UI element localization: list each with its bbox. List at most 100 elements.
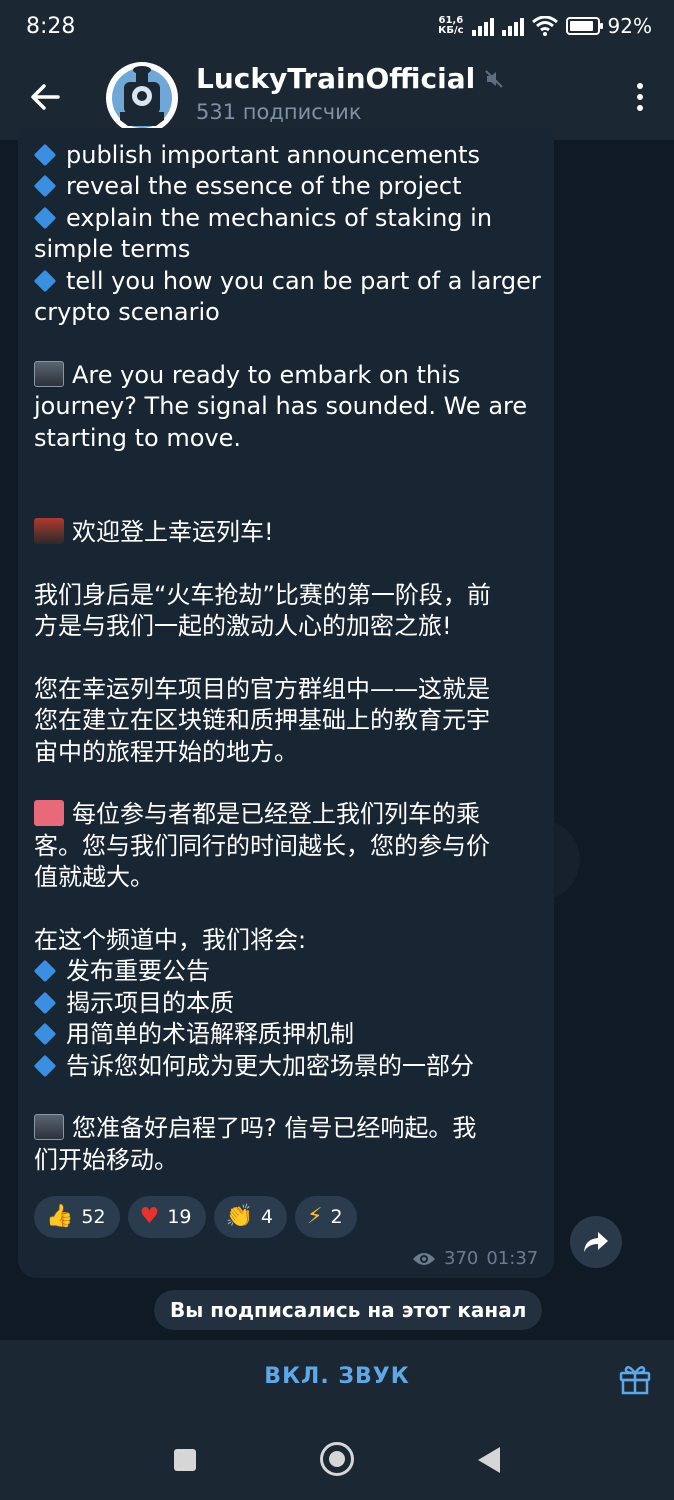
- status-time: 8:28: [26, 14, 76, 39]
- message-line-text: 客。您与我们同行的时间越长，您的参与价: [34, 831, 490, 860]
- message-line-text: starting to move.: [34, 423, 242, 452]
- message-line-text: reveal the essence of the project: [66, 172, 462, 201]
- blue-diamond-icon: [34, 960, 56, 982]
- battery-percent: 92%: [607, 14, 652, 38]
- message-line: journey? The signal has sounded. We are: [34, 391, 544, 422]
- message-line: [34, 485, 544, 516]
- message-line-text: 宙中的旅程开始的地方。: [34, 737, 298, 766]
- share-arrow-icon: [584, 1232, 608, 1252]
- message-line: 您在幸运列车项目的官方群组中——这就是: [34, 674, 544, 705]
- status-icons: 61,6 КБ/с 92%: [438, 14, 652, 38]
- message-line: 在这个频道中，我们将会:: [34, 925, 544, 956]
- reaction-thumbs-up[interactable]: 👍 52: [34, 1196, 120, 1238]
- heart-icon: ♥: [139, 1204, 160, 1229]
- blue-diamond-icon: [34, 270, 56, 292]
- share-button[interactable]: [570, 1216, 622, 1268]
- ticket-icon: [34, 800, 64, 827]
- message-line-text: 揭示项目的本质: [66, 988, 234, 1017]
- recent-apps-button[interactable]: [174, 1449, 196, 1471]
- message-line-text: tell you how you can be part of a larger: [66, 266, 541, 295]
- bottom-bar: ВКЛ. ЗВУК: [0, 1340, 674, 1422]
- railway-car-icon: [34, 360, 64, 387]
- service-message: Вы подписались на этот канал: [154, 1290, 543, 1330]
- message-line: 您在建立在区块链和质押基础上的教育元宇: [34, 705, 544, 736]
- back-arrow-icon[interactable]: [28, 80, 62, 114]
- status-bar: 8:28 61,6 КБ/с 92%: [0, 0, 674, 56]
- channel-avatar[interactable]: [106, 62, 178, 134]
- message-line: Are you ready to embark on this: [34, 360, 544, 391]
- message-line: [34, 454, 544, 485]
- blue-diamond-icon: [34, 144, 56, 166]
- message-time: 01:37: [486, 1248, 539, 1269]
- reaction-count: 2: [330, 1206, 343, 1228]
- message-line-text: 每位参与者都是已经登上我们列车的乘: [72, 800, 480, 829]
- message-line: simple terms: [34, 234, 544, 265]
- signal-icon-2: [501, 16, 524, 36]
- message-line: 欢迎登上幸运列车!: [34, 517, 544, 548]
- wifi-icon: [531, 16, 558, 36]
- message-line-text: 值就越大。: [34, 863, 154, 892]
- message-line: 揭示项目的本质: [34, 988, 544, 1019]
- message-line: [34, 642, 544, 673]
- more-options-icon[interactable]: [636, 82, 644, 112]
- message-line-text: crypto scenario: [34, 298, 220, 327]
- message-line-text: simple terms: [34, 235, 191, 264]
- message-line-text: Are you ready to embark on this: [72, 360, 461, 389]
- message-line: 您准备好启程了吗? 信号已经响起。我: [34, 1113, 544, 1144]
- message-line-text: 用简单的术语解释质押机制: [66, 1020, 354, 1049]
- message-line: publish important announcements: [34, 140, 544, 171]
- thumbs-up-icon: 👍: [46, 1204, 74, 1229]
- view-count: 370: [444, 1248, 479, 1269]
- blue-diamond-icon: [34, 992, 56, 1014]
- signal-icon: [471, 16, 494, 36]
- message-line: [34, 894, 544, 925]
- reaction-heart[interactable]: ♥ 19: [127, 1196, 206, 1238]
- message-line: explain the mechanics of staking in: [34, 203, 544, 234]
- message-line: 值就越大。: [34, 862, 544, 893]
- message-line-text: 欢迎登上幸运列车!: [72, 517, 274, 546]
- message-line: [34, 768, 544, 799]
- views-eye-icon: [413, 1252, 435, 1265]
- blue-diamond-icon: [34, 175, 56, 197]
- message-line-text: journey? The signal has sounded. We are: [34, 392, 528, 421]
- message-line-text: 在这个频道中，我们将会:: [34, 926, 307, 955]
- system-back-button[interactable]: [478, 1447, 500, 1473]
- gift-icon[interactable]: [618, 1362, 652, 1396]
- network-speed-unit: КБ/с: [438, 25, 464, 36]
- battery-icon: [565, 17, 603, 35]
- locomotive-icon: [34, 517, 64, 544]
- reaction-count: 19: [167, 1206, 192, 1228]
- message-line: [34, 328, 544, 359]
- clap-icon: 👏: [225, 1204, 253, 1229]
- reaction-clap[interactable]: 👏 4: [213, 1196, 288, 1238]
- lightning-icon: ⚡: [307, 1204, 323, 1229]
- message-line-text: 我们身后是“火车抢劫”比赛的第一阶段，前: [34, 580, 491, 609]
- message-line-text: 您在建立在区块链和质押基础上的教育元宇: [34, 706, 490, 735]
- message-line-text: 您在幸运列车项目的官方群组中——这就是: [34, 674, 490, 703]
- reaction-count: 52: [81, 1206, 106, 1228]
- railway-car-icon: [34, 1114, 64, 1141]
- message-line-text: publish important announcements: [66, 141, 481, 169]
- channel-title[interactable]: LuckyTrainOfficial: [196, 62, 503, 95]
- message-line: [34, 548, 544, 579]
- message-line-text: explain the mechanics of staking in: [66, 203, 493, 232]
- message-line: 方是与我们一起的激动人心的加密之旅!: [34, 611, 544, 642]
- message-line: 每位参与者都是已经登上我们列车的乘: [34, 799, 544, 830]
- message-line: 发布重要公告: [34, 956, 544, 987]
- blue-diamond-icon: [34, 1055, 56, 1077]
- network-speed: 61,6 КБ/с: [438, 16, 463, 36]
- message-line-text: 告诉您如何成为更大加密场景的一部分: [66, 1051, 474, 1080]
- message-meta: 370 01:37: [412, 1248, 538, 1269]
- home-button[interactable]: [320, 1442, 354, 1476]
- message-line-text: 们开始移动。: [34, 1145, 178, 1174]
- message-line: tell you how you can be part of a larger: [34, 266, 544, 297]
- message-line-text: 方是与我们一起的激动人心的加密之旅!: [34, 612, 452, 641]
- message-line-text: 您准备好启程了吗? 信号已经响起。我: [72, 1114, 477, 1143]
- reaction-lightning[interactable]: ⚡ 2: [295, 1196, 357, 1238]
- subscriber-count: 531 подписчик: [196, 100, 362, 124]
- message-line: reveal the essence of the project: [34, 171, 544, 202]
- unmute-button[interactable]: ВКЛ. ЗВУК: [237, 1364, 437, 1389]
- system-nav-bar: [0, 1422, 674, 1500]
- message-line: 告诉您如何成为更大加密场景的一部分: [34, 1051, 544, 1082]
- message-line: starting to move.: [34, 423, 544, 454]
